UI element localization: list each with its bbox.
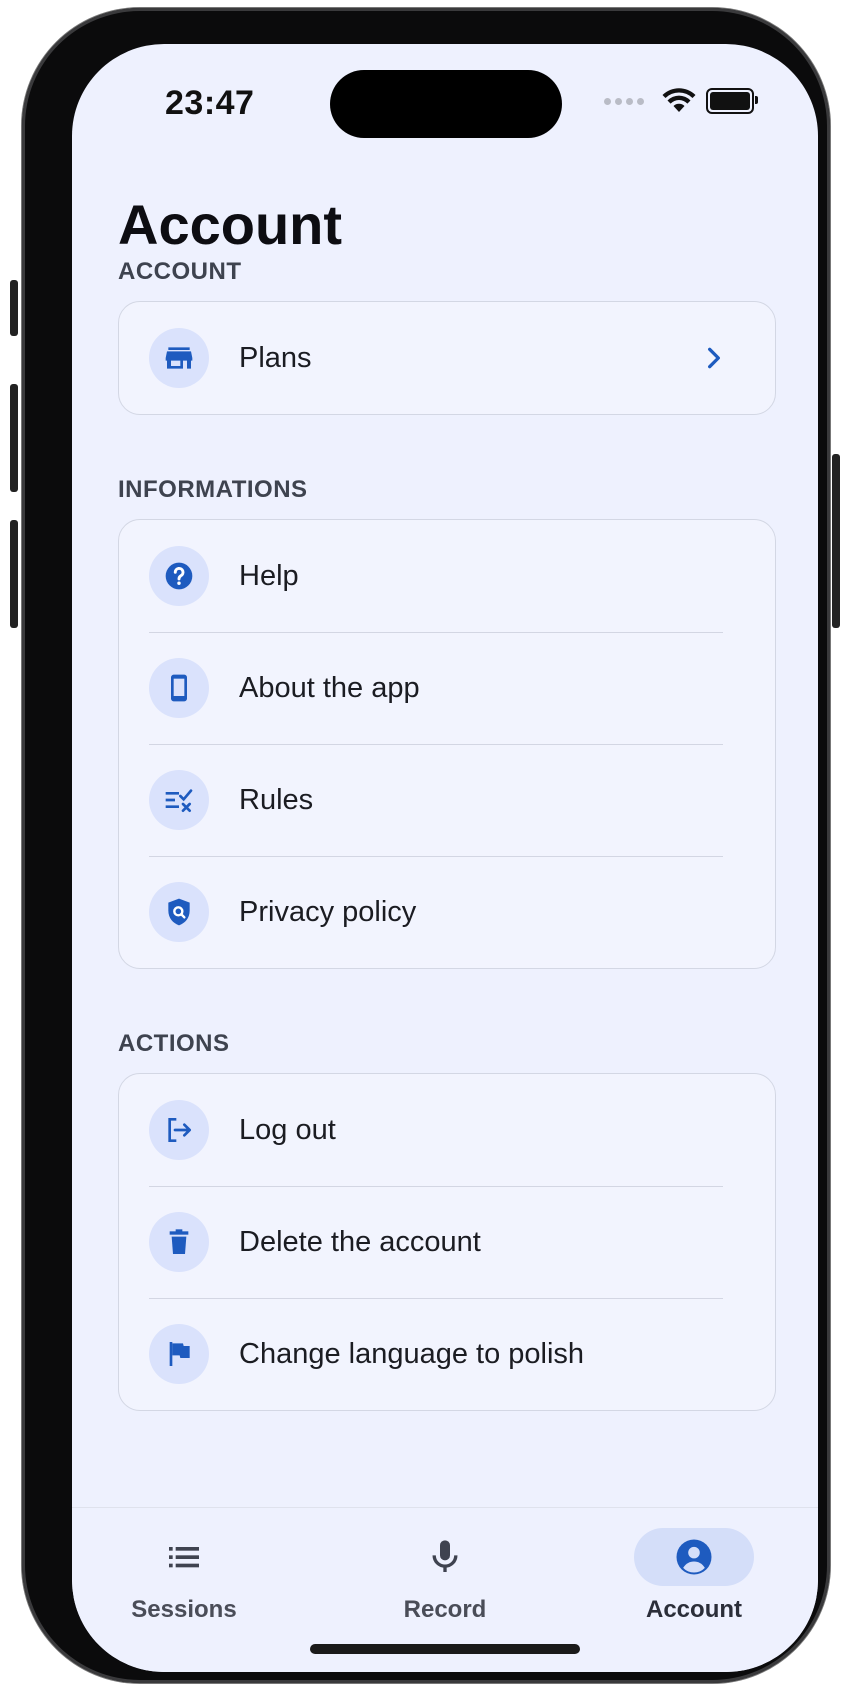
rules-row[interactable]: Rules	[119, 744, 775, 856]
store-icon	[149, 328, 209, 388]
phone-icon	[149, 658, 209, 718]
help-label: Help	[239, 559, 299, 592]
section-label-actions: ACTIONS	[118, 1030, 230, 1057]
section-label-informations: INFORMATIONS	[118, 476, 308, 503]
screen: 23:47 Account ACCOUNT Plans INFORMATIONS…	[72, 44, 818, 1672]
action-button	[10, 280, 18, 336]
rules-icon	[149, 770, 209, 830]
status-icons	[604, 88, 758, 114]
volume-up-button	[10, 384, 18, 492]
tab-record[interactable]: Record	[345, 1528, 545, 1624]
about-app-label: About the app	[239, 671, 420, 704]
privacy-policy-label: Privacy policy	[239, 895, 417, 928]
account-circle-icon	[676, 1539, 712, 1575]
delete-account-row[interactable]: Delete the account	[119, 1186, 775, 1298]
rules-label: Rules	[239, 783, 314, 816]
status-bar: 23:47	[72, 44, 818, 164]
microphone-icon	[432, 1540, 458, 1572]
flag-icon	[149, 1324, 209, 1384]
change-language-label: Change language to polish	[239, 1337, 585, 1370]
signal-dots-icon	[604, 97, 644, 105]
privacy-shield-icon	[149, 882, 209, 942]
tab-account-label: Account	[646, 1596, 742, 1623]
phone-frame: 23:47 Account ACCOUNT Plans INFORMATIONS…	[10, 8, 840, 1683]
tab-sessions[interactable]: Sessions	[84, 1528, 284, 1624]
logout-icon	[149, 1100, 209, 1160]
logout-label: Log out	[239, 1113, 336, 1146]
section-label-account: ACCOUNT	[118, 258, 242, 285]
about-app-row[interactable]: About the app	[119, 632, 775, 744]
list-icon	[169, 1547, 199, 1568]
chevron-right-icon	[708, 347, 720, 369]
dynamic-island	[330, 70, 562, 138]
tab-account[interactable]: Account	[594, 1528, 794, 1624]
help-row[interactable]: Help	[119, 520, 775, 632]
trash-icon	[149, 1212, 209, 1272]
privacy-policy-row[interactable]: Privacy policy	[119, 856, 775, 968]
status-time: 23:47	[165, 84, 255, 122]
plans-label: Plans	[239, 341, 312, 374]
battery-icon	[706, 88, 758, 114]
informations-card: Help About the app Rules Privacy policy	[118, 519, 776, 969]
home-indicator	[310, 1644, 580, 1654]
actions-card: Log out Delete the account Change langua…	[118, 1073, 776, 1411]
volume-down-button	[10, 520, 18, 628]
delete-account-label: Delete the account	[239, 1225, 481, 1258]
plans-row[interactable]: Plans	[119, 302, 775, 414]
page-title: Account	[118, 193, 342, 256]
change-language-row[interactable]: Change language to polish	[119, 1298, 775, 1410]
wifi-icon	[662, 88, 696, 112]
help-icon	[149, 546, 209, 606]
tab-sessions-label: Sessions	[131, 1596, 237, 1623]
tab-record-label: Record	[403, 1596, 487, 1623]
account-card: Plans	[118, 301, 776, 415]
logout-row[interactable]: Log out	[119, 1074, 775, 1186]
power-button	[832, 454, 840, 628]
